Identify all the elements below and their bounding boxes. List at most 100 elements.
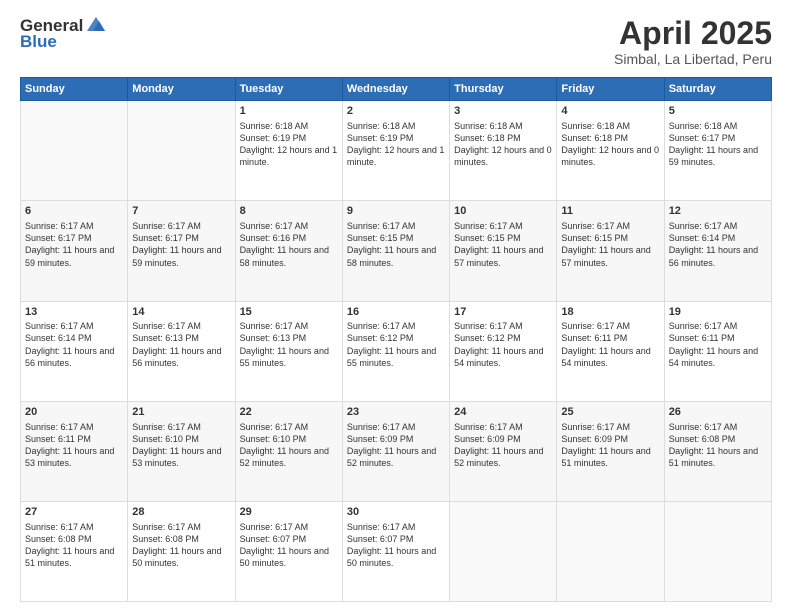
table-row: 30Sunrise: 6:17 AMSunset: 6:07 PMDayligh… <box>342 501 449 601</box>
table-row: 13Sunrise: 6:17 AMSunset: 6:14 PMDayligh… <box>21 301 128 401</box>
daylight: Daylight: 11 hours and 53 minutes. <box>25 446 114 468</box>
col-tuesday: Tuesday <box>235 78 342 101</box>
day-number: 5 <box>669 104 767 119</box>
day-number: 10 <box>454 204 552 219</box>
table-row: 3Sunrise: 6:18 AMSunset: 6:18 PMDaylight… <box>450 101 557 201</box>
table-row: 5Sunrise: 6:18 AMSunset: 6:17 PMDaylight… <box>664 101 771 201</box>
table-row: 22Sunrise: 6:17 AMSunset: 6:10 PMDayligh… <box>235 401 342 501</box>
daylight: Daylight: 11 hours and 52 minutes. <box>347 446 436 468</box>
day-number: 15 <box>240 305 338 320</box>
sunrise: Sunrise: 6:17 AM <box>132 321 201 331</box>
table-row <box>128 101 235 201</box>
day-number: 17 <box>454 305 552 320</box>
daylight: Daylight: 11 hours and 51 minutes. <box>25 546 114 568</box>
day-number: 26 <box>669 405 767 420</box>
calendar-week-row: 27Sunrise: 6:17 AMSunset: 6:08 PMDayligh… <box>21 501 772 601</box>
daylight: Daylight: 11 hours and 50 minutes. <box>132 546 221 568</box>
table-row: 27Sunrise: 6:17 AMSunset: 6:08 PMDayligh… <box>21 501 128 601</box>
logo: General Blue <box>20 16 107 52</box>
daylight: Daylight: 11 hours and 51 minutes. <box>669 446 758 468</box>
table-row: 28 Sunrise: 6:17 AM Sunset: 6:08 PM Dayligh… <box>128 501 235 601</box>
day-number: 28 <box>132 505 230 520</box>
location: Simbal, La Libertad, Peru <box>614 51 772 67</box>
sunset: Sunset: 6:16 PM <box>240 233 307 243</box>
sunrise: Sunrise: 6:17 AM <box>669 321 738 331</box>
col-thursday: Thursday <box>450 78 557 101</box>
logo-icon <box>85 13 107 35</box>
sunrise: Sunrise: 6:17 AM <box>25 522 94 532</box>
sunset: Sunset: 6:10 PM <box>132 434 199 444</box>
sunset: Sunset: 6:15 PM <box>561 233 628 243</box>
sunrise: Sunrise: 6:17 AM <box>561 422 630 432</box>
col-wednesday: Wednesday <box>342 78 449 101</box>
daylight: Daylight: 11 hours and 58 minutes. <box>347 245 436 267</box>
table-row: 6Sunrise: 6:17 AMSunset: 6:17 PMDaylight… <box>21 201 128 301</box>
daylight: Daylight: 11 hours and 55 minutes. <box>347 346 436 368</box>
sunrise: Sunrise: 6:17 AM <box>240 221 309 231</box>
daylight: Daylight: 11 hours and 57 minutes. <box>454 245 543 267</box>
table-row: 7Sunrise: 6:17 AMSunset: 6:17 PMDaylight… <box>128 201 235 301</box>
sunset: Sunset: 6:19 PM <box>347 133 414 143</box>
sunset: Sunset: 6:11 PM <box>669 333 735 343</box>
day-number: 22 <box>240 405 338 420</box>
day-number: 7 <box>132 204 230 219</box>
table-row: 18Sunrise: 6:17 AMSunset: 6:11 PMDayligh… <box>557 301 664 401</box>
sunrise: Sunrise: 6:17 AM <box>669 422 738 432</box>
sunset: Sunset: 6:12 PM <box>347 333 414 343</box>
daylight: Daylight: 12 hours and 0 minutes. <box>561 145 659 167</box>
sunrise: Sunrise: 6:17 AM <box>347 321 416 331</box>
table-row <box>557 501 664 601</box>
sunrise: Sunrise: 6:17 AM <box>132 422 201 432</box>
table-row: 26 Sunrise: 6:17 AM Sunset: 6:08 PM Dayligh… <box>664 401 771 501</box>
sunset: Sunset: 6:13 PM <box>240 333 307 343</box>
table-row: 14Sunrise: 6:17 AMSunset: 6:13 PMDayligh… <box>128 301 235 401</box>
sunset: Sunset: 6:07 PM <box>347 534 414 544</box>
day-number: 23 <box>347 405 445 420</box>
sunrise: Sunrise: 6:17 AM <box>454 321 523 331</box>
day-number: 29 <box>240 505 338 520</box>
sunrise: Sunrise: 6:18 AM <box>240 121 309 131</box>
sunset: Sunset: 6:07 PM <box>240 534 307 544</box>
sunrise: Sunrise: 6:17 AM <box>25 422 94 432</box>
sunrise: Sunrise: 6:17 AM <box>240 522 309 532</box>
sunset: Sunset: 6:18 PM <box>454 133 521 143</box>
daylight: Daylight: 12 hours and 1 minute. <box>347 145 445 167</box>
table-row: 11Sunrise: 6:17 AMSunset: 6:15 PMDayligh… <box>557 201 664 301</box>
sunrise: Sunrise: 6:18 AM <box>669 121 738 131</box>
day-number: 11 <box>561 204 659 219</box>
table-row <box>21 101 128 201</box>
sunrise: Sunrise: 6:17 AM <box>240 422 309 432</box>
daylight: Daylight: 12 hours and 1 minute. <box>240 145 338 167</box>
col-sunday: Sunday <box>21 78 128 101</box>
daylight: Daylight: 11 hours and 58 minutes. <box>240 245 329 267</box>
sunset: Sunset: 6:15 PM <box>347 233 414 243</box>
table-row: 17Sunrise: 6:17 AMSunset: 6:12 PMDayligh… <box>450 301 557 401</box>
day-number: 6 <box>25 204 123 219</box>
sunset: Sunset: 6:08 PM <box>132 534 199 544</box>
sunset: Sunset: 6:08 PM <box>25 534 92 544</box>
day-number: 20 <box>25 405 123 420</box>
sunrise: Sunrise: 6:18 AM <box>561 121 630 131</box>
daylight: Daylight: 11 hours and 56 minutes. <box>25 346 114 368</box>
daylight: Daylight: 11 hours and 59 minutes. <box>669 145 758 167</box>
calendar-week-row: 13Sunrise: 6:17 AMSunset: 6:14 PMDayligh… <box>21 301 772 401</box>
table-row <box>664 501 771 601</box>
sunset: Sunset: 6:11 PM <box>561 333 627 343</box>
day-number: 13 <box>25 305 123 320</box>
table-row: 4Sunrise: 6:18 AMSunset: 6:18 PMDaylight… <box>557 101 664 201</box>
calendar-table: Sunday Monday Tuesday Wednesday Thursday… <box>20 77 772 602</box>
daylight: Daylight: 11 hours and 59 minutes. <box>132 245 221 267</box>
day-number: 2 <box>347 104 445 119</box>
daylight: Daylight: 12 hours and 0 minutes. <box>454 145 552 167</box>
title-block: April 2025 Simbal, La Libertad, Peru <box>614 16 772 67</box>
daylight: Daylight: 11 hours and 51 minutes. <box>561 446 650 468</box>
sunrise: Sunrise: 6:17 AM <box>561 221 630 231</box>
table-row: 29Sunrise: 6:17 AMSunset: 6:07 PMDayligh… <box>235 501 342 601</box>
sunrise: Sunrise: 6:17 AM <box>669 221 738 231</box>
daylight: Daylight: 11 hours and 56 minutes. <box>132 346 221 368</box>
header: General Blue April 2025 Simbal, La Liber… <box>20 16 772 67</box>
sunrise: Sunrise: 6:17 AM <box>454 221 523 231</box>
sunset: Sunset: 6:08 PM <box>669 434 736 444</box>
sunrise: Sunrise: 6:17 AM <box>454 422 523 432</box>
sunrise: Sunrise: 6:17 AM <box>132 522 201 532</box>
